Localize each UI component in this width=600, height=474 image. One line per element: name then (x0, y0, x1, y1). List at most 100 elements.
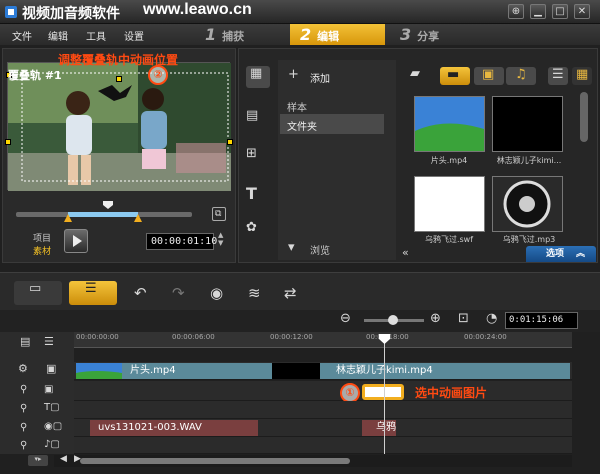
intro-clip-thumbnail[interactable] (76, 363, 122, 379)
options-chevron-icon: ︽ (576, 249, 586, 259)
enlarge-preview-button[interactable]: ⧉ (212, 207, 226, 221)
voice-lock-icon[interactable]: ⚲ (20, 422, 27, 433)
mark-out-handle[interactable] (134, 214, 142, 222)
undo-icon[interactable]: ↶ (134, 284, 147, 302)
thumbnail-crow-flash[interactable] (414, 176, 485, 232)
ruler-tick: 00:00:24:00 (464, 333, 507, 341)
track-manager-icon[interactable]: ▤ (20, 335, 30, 348)
overlay-animation-clip-selected[interactable] (362, 384, 404, 400)
record-capture-icon[interactable]: ◉ (210, 284, 223, 302)
list-view-button[interactable]: ☰ (548, 67, 568, 85)
audio-clip-crow[interactable]: 乌鸦 (362, 420, 396, 436)
scroll-right-icon[interactable]: ▶ (74, 454, 81, 464)
tab-share-label: 分享 (417, 30, 440, 43)
video-editor-window: 视频加音频软件 www.leawo.cn ⊕ ▁ □ ✕ 文件 编辑 工具 设置… (0, 0, 600, 474)
help-button[interactable]: ⊕ (508, 4, 524, 19)
maximize-button[interactable]: □ (552, 4, 568, 19)
title-icon: T (246, 184, 257, 203)
menu-item-tools[interactable]: 工具 (86, 28, 106, 43)
media-category-button[interactable]: ▦ (246, 66, 270, 88)
tab-capture-label: 捕获 (222, 30, 245, 43)
redo-icon[interactable]: ↷ (172, 284, 185, 302)
folder-item-folder[interactable]: 文件夹 (287, 118, 317, 133)
thumbnail-kimi-video[interactable] (492, 96, 563, 152)
mode-project-label[interactable]: 项目 (33, 231, 51, 244)
grid-view-button[interactable]: ▦ (572, 67, 592, 85)
timeline-playhead[interactable] (384, 334, 385, 454)
zoom-slider-knob[interactable] (388, 315, 398, 325)
video-track-icon[interactable]: ⚙ (18, 362, 28, 375)
title-track (74, 401, 572, 419)
music-lock-icon[interactable]: ⚲ (20, 440, 27, 451)
ruler-tick: 00:00:00:00 (76, 333, 119, 341)
options-button[interactable]: 选项 ︽ (526, 246, 596, 262)
storyboard-view-button[interactable]: ▭ (14, 281, 62, 305)
overlay-track-icon[interactable]: ▣ (44, 384, 53, 395)
video-clip-intro[interactable]: 片头.mp4 (122, 363, 272, 379)
thumbnail-caption: 林志颖儿子kimi... (496, 156, 562, 165)
play-button[interactable] (64, 229, 88, 253)
close-button[interactable]: ✕ (574, 4, 590, 19)
thumbnail-crow-audio[interactable] (492, 176, 563, 232)
thumbnail-caption: 片头.mp4 (430, 156, 468, 165)
menu-item-edit[interactable]: 编辑 (48, 28, 68, 43)
filter-image-button[interactable]: ▣ (474, 67, 504, 85)
instant-project-button[interactable]: ▤ (246, 108, 258, 123)
browse-button[interactable]: 浏览 (310, 242, 330, 257)
mode-clip-label[interactable]: 素材 (33, 244, 51, 257)
tab-edit[interactable]: 2 编辑 (290, 24, 385, 45)
timeline-view-button[interactable]: ☰ (69, 281, 117, 305)
zoom-out-icon[interactable]: ⊖ (340, 311, 351, 326)
video-clip-kimi[interactable]: 林志颖儿子kimi.mp4 (320, 363, 570, 379)
auto-music-icon[interactable]: ⇄ (284, 284, 297, 302)
audio-clip-wav[interactable]: uvs131021-003.WAV (90, 420, 258, 436)
zoom-in-icon[interactable]: ⊕ (430, 311, 441, 326)
track-options-button[interactable]: ▾▸ (28, 455, 48, 466)
resize-handle-right[interactable] (227, 139, 233, 145)
title-button[interactable]: T (246, 184, 257, 203)
trim-selection[interactable] (68, 212, 138, 217)
video-clip-gap[interactable] (272, 363, 320, 379)
video-track-visibility-icon[interactable]: ▣ (46, 362, 56, 375)
thumbnail-caption: 乌鸦飞过.swf (424, 235, 474, 244)
tab-share[interactable]: 3 分享 (390, 24, 480, 45)
thumbnail-caption: 乌鸦飞过.mp3 (502, 235, 556, 244)
overlay-lock-icon[interactable]: ⚲ (20, 384, 27, 395)
fit-project-icon[interactable]: ⊡ (458, 311, 469, 326)
collapse-library-icon[interactable]: « (402, 246, 409, 259)
title-track-icon[interactable]: T▢ (44, 402, 60, 413)
thumbnail-intro-video[interactable] (414, 96, 485, 152)
title-lock-icon[interactable]: ⚲ (20, 403, 27, 414)
tab-capture[interactable]: 1 捕获 (195, 24, 285, 45)
library-scrollbar[interactable] (580, 92, 588, 142)
filter-video-button[interactable]: ▬ (440, 67, 470, 85)
resize-handle-left[interactable] (5, 139, 11, 145)
mark-in-handle[interactable] (64, 214, 72, 222)
transition-button[interactable]: ⊞ (246, 146, 257, 161)
music-track-icon[interactable]: ♪▢ (44, 439, 60, 450)
folder-item-samples[interactable]: 样本 (287, 99, 307, 114)
add-folder-button[interactable]: 添加 (310, 70, 330, 85)
filter-button[interactable]: ✿ (246, 220, 257, 235)
menu-item-settings[interactable]: 设置 (124, 28, 144, 43)
playhead-handle[interactable] (379, 334, 390, 344)
timecode-spinner-icon[interactable]: ▲ ▼ (218, 231, 223, 247)
tab-share-number: 3 (400, 25, 412, 44)
voice-track-icon[interactable]: ◉▢ (44, 421, 62, 432)
menu-item-file[interactable]: 文件 (12, 28, 32, 43)
timeline-timecode[interactable]: 0:01:15:06 (505, 312, 578, 329)
preview-timecode[interactable]: 00:00:01:10 (146, 233, 217, 250)
intro-video-preview (415, 97, 484, 151)
chapter-icon[interactable]: ☰ (44, 335, 54, 348)
filter-audio-button[interactable]: ♫ (506, 67, 536, 85)
browse-icon: ▾ (288, 240, 295, 255)
scroll-left-icon[interactable]: ◀ (60, 454, 67, 464)
storyboard-icon: ▭ (29, 281, 42, 296)
resize-handle-top[interactable] (116, 76, 122, 82)
sound-mixer-icon[interactable]: ≋ (248, 284, 261, 302)
library-folder-list (278, 60, 396, 260)
minimize-button[interactable]: ▁ (530, 4, 546, 19)
scrubber-playhead[interactable] (102, 200, 114, 210)
folder-icon[interactable]: ▰ (410, 66, 420, 81)
timeline-scrollbar-thumb[interactable] (80, 458, 350, 464)
